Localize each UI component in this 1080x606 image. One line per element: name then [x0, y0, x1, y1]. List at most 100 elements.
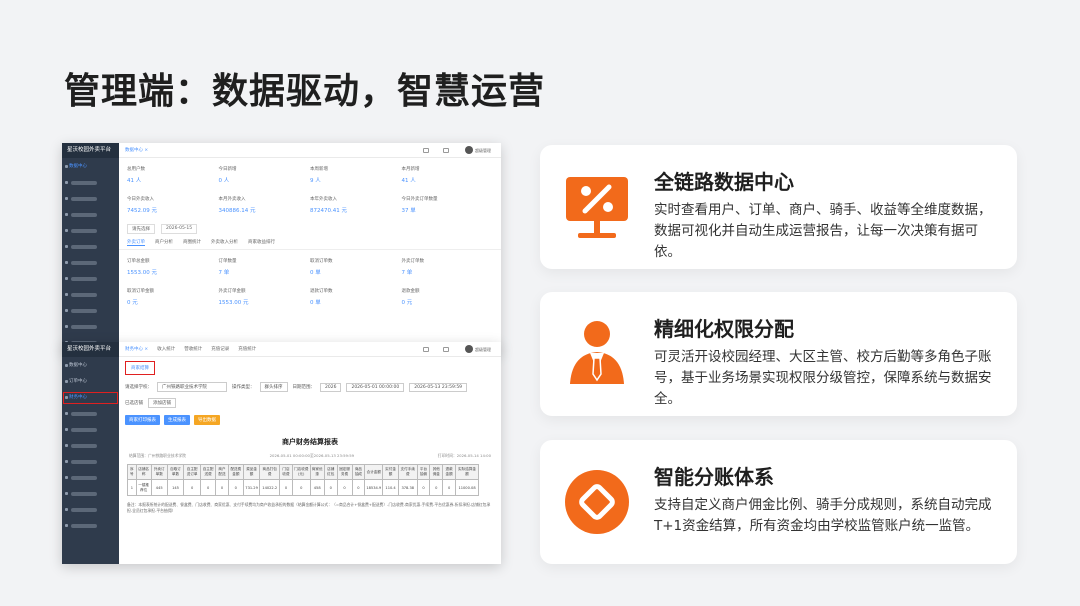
stat-card: 退款订单数 0 单: [310, 289, 333, 306]
table-cell: 0: [183, 479, 202, 496]
stats-grid: 总用户数 41 人 今日新增 0 人 本周新增 9 人 本月新增 41 人 今日外卖收入…: [119, 158, 501, 222]
table-header-cell: 平台抽佣: [416, 464, 431, 480]
feature-title: 全链路数据中心: [654, 170, 794, 194]
feature-card-split-account: 智能分账体系 支持自定义商户佣金比例、骑手分成规则，系统自动完成T+1资金结算，…: [540, 440, 1017, 564]
sidebar-item-data-center[interactable]: 数据中心: [62, 160, 119, 174]
sidebar-item[interactable]: [62, 487, 119, 501]
tab-income[interactable]: 收入统计: [157, 342, 175, 356]
school-select[interactable]: 广州铁路职业技术学院: [157, 382, 227, 392]
add-shop-button[interactable]: 添加店铺: [148, 398, 176, 408]
sidebar-item[interactable]: [62, 407, 119, 421]
tab-revenue[interactable]: 营收统计: [184, 342, 202, 356]
dashboard-screenshot: 星沃校园外卖平台 数据中心 数据中心 × 超级管理 总用户数 41 人 今日新增 0…: [62, 143, 501, 353]
table-header-cell: 支付手续费: [397, 464, 418, 480]
table-header-cell: 商家优惠: [309, 464, 325, 480]
tab-recharge-log[interactable]: 充值记录: [211, 342, 229, 356]
table-row: 1 一楼推荐位 445 145 0 0 0 0 731.29 14022.2 0 0 458 0 0 0 185…: [127, 479, 479, 496]
date-picker[interactable]: 2026-05-15: [161, 224, 198, 234]
sidebar-item-order-center[interactable]: 订单中心: [62, 375, 119, 389]
stat-card: 本周新增 9 人: [310, 167, 328, 184]
tab[interactable]: 外卖订单: [127, 239, 145, 246]
table-cell: 18534.9: [364, 479, 384, 496]
stat-card: 本年外卖收入 872470.41 元: [310, 197, 347, 214]
tab-finance-center[interactable]: 财务中心 ×: [125, 342, 148, 356]
table-header-cell: 商户配送: [215, 464, 229, 480]
school-select[interactable]: 请先选择: [127, 224, 155, 234]
sub-tab-bar: 商家结算: [119, 357, 501, 379]
message-icon[interactable]: [443, 347, 449, 352]
sidebar-item[interactable]: [62, 320, 119, 334]
sidebar-item-finance-center[interactable]: 财务中心: [62, 391, 119, 405]
table-cell: 378.38: [397, 479, 418, 496]
stat-card: 订单总金额 1553.00 元: [127, 259, 157, 276]
export-data-button[interactable]: 导出数据: [194, 415, 220, 425]
sidebar-item[interactable]: [62, 519, 119, 533]
type-select[interactable]: 群头排序: [259, 382, 288, 392]
tab[interactable]: 商家收益排行: [248, 239, 275, 246]
start-date-input[interactable]: 2026-05-01 00:00:00: [346, 382, 405, 392]
sidebar-item[interactable]: [62, 208, 119, 222]
selected-shops-checkbox[interactable]: 已选店铺: [125, 400, 143, 406]
table-header-cell: 自取订单数: [166, 464, 185, 480]
sidebar-item[interactable]: [62, 176, 119, 190]
sidebar-item[interactable]: [62, 304, 119, 318]
analysis-tabs: 外卖订单 商户分析 商圈统计 外卖收入分析 商家收益排行: [119, 236, 501, 250]
sidebar-app-name: 星沃校园外卖平台: [62, 143, 119, 158]
table-cell: 1: [127, 479, 137, 496]
table-header-cell: 固定服务费: [336, 464, 353, 480]
stat-card: 今日新增 0 人: [218, 167, 237, 184]
sidebar-item[interactable]: [62, 272, 119, 286]
top-bar: 财务中心 × 收入统计 营收统计 充值记录 充值统计 超级管理: [119, 342, 501, 357]
sidebar-item[interactable]: [62, 192, 119, 206]
avatar[interactable]: [465, 146, 473, 154]
tab-merchant-settlement[interactable]: 商家结算: [125, 361, 155, 375]
sidebar-item-data-center[interactable]: 数据中心: [62, 359, 119, 373]
table-cell: 14022.2: [259, 479, 281, 496]
sidebar-item[interactable]: [62, 471, 119, 485]
year-input[interactable]: 2026: [320, 382, 342, 392]
fullscreen-icon[interactable]: [423, 148, 429, 153]
split-account-icon: [565, 470, 629, 534]
table-cell: 0: [215, 479, 229, 496]
table-cell: 一楼推荐位: [135, 479, 152, 496]
sidebar-item[interactable]: [62, 256, 119, 270]
tab[interactable]: 商户分析: [155, 239, 173, 246]
end-date-input[interactable]: 2026-05-13 23:59:59: [409, 382, 468, 392]
sidebar-item[interactable]: [62, 439, 119, 453]
table-cell: 0: [227, 479, 244, 496]
table-cell: 0: [351, 479, 366, 496]
shop-row: 已选店铺 添加店铺: [119, 395, 501, 411]
feature-description: 实时查看用户、订单、商户、骑手、收益等全维度数据，数据可视化并自动生成运营报告，…: [654, 202, 992, 260]
message-icon[interactable]: [443, 148, 449, 153]
filter-bar: 请先选择 2026-05-15: [119, 222, 501, 236]
breadcrumb[interactable]: 数据中心 ×: [125, 148, 148, 153]
feature-title: 精细化权限分配: [654, 317, 794, 341]
sidebar-item[interactable]: [62, 288, 119, 302]
stat-card: 总用户数 41 人: [127, 167, 145, 184]
fullscreen-icon[interactable]: [423, 347, 429, 352]
generate-report-button[interactable]: 生成报表: [164, 415, 190, 425]
tab[interactable]: 外卖收入分析: [211, 239, 238, 246]
table-cell: 445: [150, 479, 168, 496]
feature-title: 智能分账体系: [654, 465, 774, 489]
sidebar-item[interactable]: [62, 423, 119, 437]
table-header-cell: 合计金额: [364, 464, 384, 480]
table-cell: 458: [309, 479, 325, 496]
tab[interactable]: 商圈统计: [183, 239, 201, 246]
avatar[interactable]: [465, 345, 473, 353]
sidebar-item[interactable]: [62, 240, 119, 254]
tab-recharge-stats[interactable]: 充值统计: [238, 342, 256, 356]
sidebar: 星沃校园外卖平台 数据中心 订单中心 财务中心: [62, 342, 119, 564]
sidebar-item[interactable]: [62, 224, 119, 238]
sidebar-item[interactable]: [62, 455, 119, 469]
user-name[interactable]: 超级管理: [475, 143, 491, 158]
user-name[interactable]: 超级管理: [475, 342, 491, 357]
feature-card-data-center: 全链路数据中心 实时查看用户、订单、商户、骑手、收益等全维度数据，数据可视化并自…: [540, 145, 1017, 269]
table-header-cell: 外卖订单数: [150, 464, 168, 480]
print-report-button[interactable]: 商家打印报表: [125, 415, 160, 425]
table-header-cell: 商品抽成: [351, 464, 366, 480]
sidebar-item[interactable]: [62, 503, 119, 517]
report-note: 备注：本报表所统计的配送费、餐盒费、门店收费、商家优惠、支付手续费均为商户收益承…: [127, 502, 491, 513]
table-cell: 0: [336, 479, 353, 496]
settlement-table: 序号 店铺名称 外卖订单数 自取订单数 自主配送订单 自主配送费 商户配送 配送费金额 菜品金额…: [127, 464, 479, 496]
